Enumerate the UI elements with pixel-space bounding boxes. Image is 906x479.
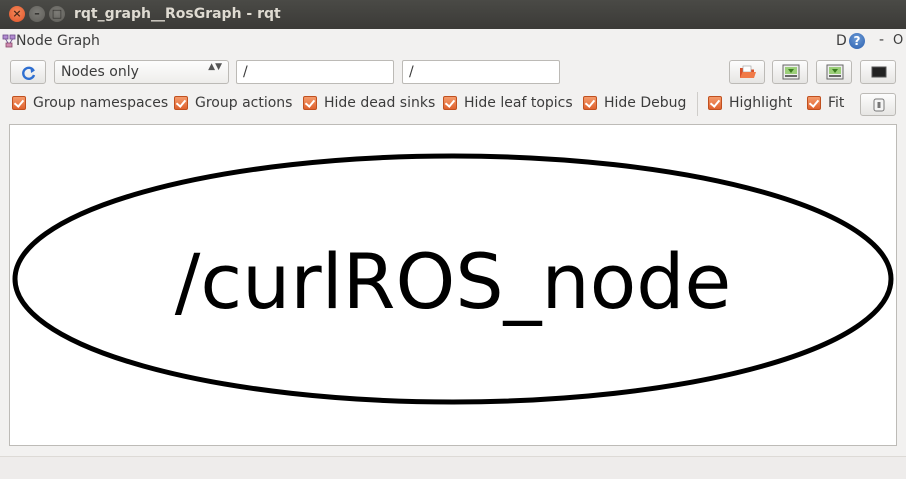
plugin-title: Node Graph — [16, 33, 100, 49]
window-maximize-button[interactable]: □ — [49, 6, 65, 22]
checkbox-checked-icon — [807, 96, 821, 110]
folder-open-icon — [740, 65, 756, 78]
status-bar — [0, 456, 906, 479]
help-icon[interactable]: ? — [849, 33, 865, 49]
window-title: rqt_graph__RosGraph - rqt — [74, 6, 281, 22]
dock-toggle-button[interactable]: D — [836, 33, 847, 49]
checkbox-label: Hide dead sinks — [324, 95, 436, 111]
combo-arrows-icon: ▲▼ — [208, 62, 222, 72]
fit-view-icon — [873, 98, 885, 112]
screenshot-icon — [871, 66, 887, 78]
refresh-icon — [22, 66, 36, 80]
checkbox-label: Hide leaf topics — [464, 95, 573, 111]
window-minimize-button[interactable]: – — [29, 6, 45, 22]
toolbar-separator — [697, 92, 698, 116]
checkbox-checked-icon — [443, 96, 457, 110]
topic-filter-input[interactable] — [402, 60, 560, 84]
plugin-minimize-button[interactable]: - — [879, 32, 884, 48]
checkbox-checked-icon — [174, 96, 188, 110]
save-image-icon — [826, 64, 844, 80]
checkbox-checked-icon — [583, 96, 597, 110]
checkbox-label: Highlight — [729, 95, 793, 111]
graph-type-select[interactable]: Nodes only ▲▼ — [54, 60, 229, 84]
checkbox-label: Group actions — [195, 95, 293, 111]
load-dot-button[interactable] — [729, 60, 765, 84]
save-dot-button[interactable] — [772, 60, 808, 84]
checkbox-label: Fit — [828, 95, 845, 111]
fit-in-view-button[interactable] — [860, 93, 896, 116]
window-titlebar: × – □ rqt_graph__RosGraph - rqt — [0, 0, 906, 29]
checkbox-checked-icon — [12, 96, 26, 110]
save-image-button[interactable] — [860, 60, 896, 84]
checkbox-label: Hide Debug — [604, 95, 687, 111]
window-close-button[interactable]: × — [9, 6, 25, 22]
refresh-button[interactable] — [10, 60, 46, 84]
graph-node-label[interactable]: /curlROS_node — [10, 237, 896, 327]
namespace-filter-input[interactable] — [236, 60, 394, 84]
node-graph-icon — [2, 34, 16, 48]
save-image-icon — [782, 64, 800, 80]
checkbox-label: Group namespaces — [33, 95, 169, 111]
plugin-close-button[interactable]: O — [893, 33, 903, 48]
save-svg-button[interactable] — [816, 60, 852, 84]
checkbox-checked-icon — [303, 96, 317, 110]
graph-canvas[interactable]: /curlROS_node — [9, 124, 897, 446]
checkbox-checked-icon — [708, 96, 722, 110]
graph-type-value: Nodes only — [61, 64, 139, 80]
